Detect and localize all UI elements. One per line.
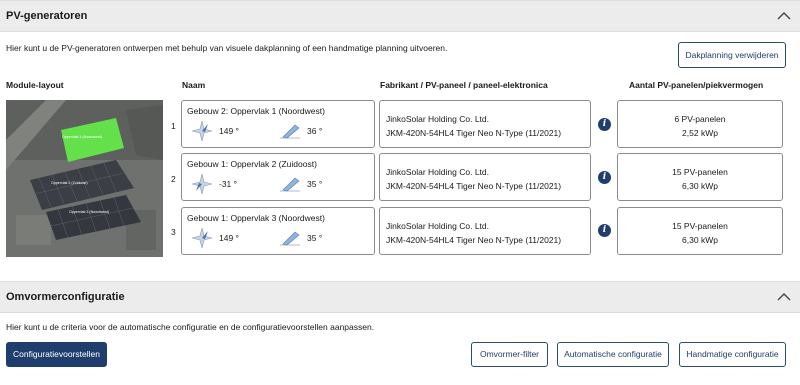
compass-orientation-icon [191,173,213,195]
panel-count: 15 PV-panelen [672,221,728,231]
configuration-proposals-button[interactable]: Configuratievoorstellen [6,342,107,367]
panel-count: 6 PV-panelen [674,114,726,124]
panel-count-card[interactable]: 6 PV-panelen 2,52 kWp [617,100,783,148]
generator-name: Gebouw 1: Oppervlak 3 (Noordwest) [187,213,325,223]
column-header-manufacturer: Fabrikant / PV-paneel / paneel-elektroni… [380,80,548,90]
inverter-section-header[interactable]: Omvormerconfiguratie [0,281,800,313]
compass-orientation-icon [191,120,213,142]
module-layout-image[interactable]: Oppervlak 1 (Noordwest) Oppervlak 2 (Zui… [6,100,163,257]
peak-power: 6,30 kWp [682,235,718,245]
tilt-value: 35 ° [307,233,323,243]
generator-name: Gebouw 1: Oppervlak 2 (Zuidoost) [187,159,317,169]
automatic-configuration-button[interactable]: Automatische configuratie [557,342,669,367]
generator-name-card[interactable]: Gebouw 2: Oppervlak 1 (Noordwest) 149 ° … [181,100,375,148]
panel-model: JKM-420N-54HL4 Tiger Neo N-Type (11/2021… [386,128,562,138]
tilt-value: 36 ° [307,126,323,136]
pv-section-title: PV-generatoren [6,10,88,22]
info-icon[interactable]: i [598,118,611,131]
roof-label-1: Oppervlak 1 (Noordwest) [62,135,102,139]
column-header-layout: Module-layout [6,80,64,90]
panel-count-card[interactable]: 15 PV-panelen 6,30 kWp [617,153,783,201]
roof-label-2: Oppervlak 2 (Zuidoost) [51,181,88,185]
generator-name-card[interactable]: Gebouw 1: Oppervlak 3 (Noordwest) 149 ° … [181,207,375,255]
panel-count: 15 PV-panelen [672,167,728,177]
orientation-value: -31 ° [219,179,238,189]
row-number: 3 [171,227,176,237]
panel-tilt-icon [280,124,300,139]
pv-section-header[interactable]: PV-generatoren [0,0,800,32]
panel-model: JKM-420N-54HL4 Tiger Neo N-Type (11/2021… [386,235,562,245]
delete-roof-planning-button[interactable]: Dakplanning verwijderen [678,42,786,68]
orientation-value: 149 ° [219,233,239,243]
panel-tilt-icon [280,231,300,246]
manual-configuration-button[interactable]: Handmatige configuratie [679,342,786,367]
generator-name-card[interactable]: Gebouw 1: Oppervlak 2 (Zuidoost) -31 ° 3… [181,153,375,201]
roof-label-3: Oppervlak 3 (Noordwest) [69,210,109,214]
panel-count-card[interactable]: 15 PV-panelen 6,30 kWp [617,207,783,255]
manufacturer-name: JinkoSolar Holding Co. Ltd. [386,221,490,231]
chevron-up-icon[interactable] [776,9,792,23]
tilt-value: 35 ° [307,179,323,189]
row-number: 2 [171,174,176,184]
orientation-value: 149 ° [219,126,239,136]
peak-power: 2,52 kWp [682,128,718,138]
inverter-filter-button[interactable]: Omvormer-filter [471,342,548,367]
peak-power: 6,30 kWp [682,181,718,191]
inverter-section-title: Omvormerconfiguratie [6,291,125,303]
manufacturer-card[interactable]: JinkoSolar Holding Co. Ltd. JKM-420N-54H… [379,207,591,255]
inverter-intro-text: Hier kunt u de criteria voor de automati… [6,322,375,332]
manufacturer-name: JinkoSolar Holding Co. Ltd. [386,114,490,124]
panel-tilt-icon [280,177,300,192]
pv-intro-text: Hier kunt u de PV-generatoren ontwerpen … [6,43,448,53]
chevron-up-icon[interactable] [776,290,792,304]
column-header-name: Naam [182,80,206,90]
column-header-panel-count: Aantal PV-panelen/piekvermogen [629,80,764,90]
row-number: 1 [171,121,176,131]
info-icon[interactable]: i [598,171,611,184]
generator-name: Gebouw 2: Oppervlak 1 (Noordwest) [187,106,325,116]
manufacturer-card[interactable]: JinkoSolar Holding Co. Ltd. JKM-420N-54H… [379,100,591,148]
manufacturer-card[interactable]: JinkoSolar Holding Co. Ltd. JKM-420N-54H… [379,153,591,201]
info-icon[interactable]: i [598,224,611,237]
manufacturer-name: JinkoSolar Holding Co. Ltd. [386,167,490,177]
panel-model: JKM-420N-54HL4 Tiger Neo N-Type (11/2021… [386,181,562,191]
compass-orientation-icon [191,227,213,249]
